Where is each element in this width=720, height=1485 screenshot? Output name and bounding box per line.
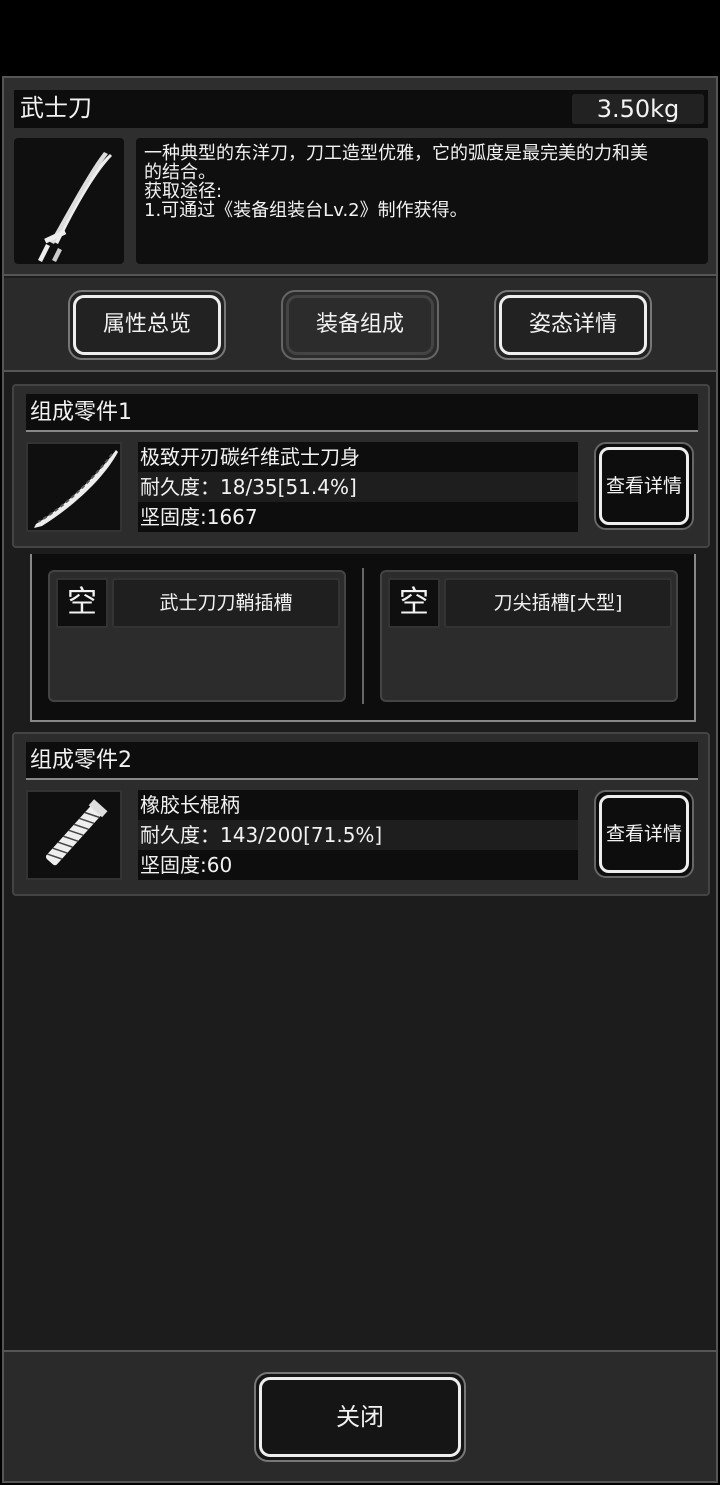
tab-label: 姿态详情: [528, 312, 617, 337]
description-line: 一种典型的东洋刀，刀工造型优雅，它的弧度是最完美的力和美: [144, 143, 648, 164]
slot-status: 空: [388, 578, 440, 628]
item-header: 武士刀 3.50kg 一种典型的东洋刀，刀工造型优雅，它的弧度是最完美的力和美 …: [4, 78, 716, 276]
part-header: 组成零件1: [26, 394, 698, 432]
close-label: 关闭: [336, 1403, 384, 1431]
item-name: 武士刀: [20, 94, 92, 122]
tab-label: 属性总览: [102, 312, 191, 337]
tab-equipment-composition[interactable]: 装备组成: [281, 290, 439, 360]
slot-status: 空: [56, 578, 108, 628]
view-details-label: 查看详情: [605, 475, 682, 497]
handle-icon: [26, 790, 122, 880]
part-card-2: 组成零件2 橡胶长棍柄 耐久度：143/200[71.5%] 坚固度:60 查看…: [12, 732, 710, 896]
tab-label: 装备组成: [315, 312, 404, 337]
footer: 关闭: [4, 1350, 716, 1481]
close-button[interactable]: 关闭: [254, 1372, 466, 1462]
part-card-1: 组成零件1 极致开刃碳纤维武士刀身 耐久度：18/35[51.4%] 坚固度:1…: [12, 384, 710, 548]
slot-name: 武士刀刀鞘插槽: [112, 578, 340, 628]
equipment-panel: 武士刀 3.50kg 一种典型的东洋刀，刀工造型优雅，它的弧度是最完美的力和美 …: [2, 76, 718, 1483]
slot-divider: [362, 568, 364, 704]
description-line: 1.可通过《装备组装台Lv.2》制作获得。: [144, 200, 468, 221]
title-bar: 武士刀 3.50kg: [14, 90, 708, 128]
description-line: 获取途径:: [144, 181, 223, 202]
part-firmness: 坚固度:1667: [138, 502, 578, 532]
blade-icon: [26, 442, 122, 532]
part-firmness: 坚固度:60: [138, 850, 578, 880]
slot-scabbard[interactable]: 空 武士刀刀鞘插槽: [48, 570, 346, 702]
slot-name: 刀尖插槽[大型]: [444, 578, 672, 628]
part-durability: 耐久度：18/35[51.4%]: [138, 472, 578, 502]
description-line: 的结合。: [144, 162, 216, 183]
part-name: 极致开刃碳纤维武士刀身: [138, 442, 578, 472]
tab-stance-details[interactable]: 姿态详情: [494, 290, 652, 360]
view-details-label: 查看详情: [605, 823, 682, 845]
view-details-button[interactable]: 查看详情: [594, 442, 694, 530]
part-1-slots: 空 武士刀刀鞘插槽 空 刀尖插槽[大型]: [30, 554, 696, 722]
item-weight: 3.50kg: [572, 94, 704, 124]
part-name: 橡胶长棍柄: [138, 790, 578, 820]
katana-icon: [14, 138, 124, 264]
item-description: 一种典型的东洋刀，刀工造型优雅，它的弧度是最完美的力和美 的结合。 获取途径: …: [136, 138, 708, 264]
tab-bar: 属性总览 装备组成 姿态详情: [4, 278, 716, 372]
part-header: 组成零件2: [26, 742, 698, 780]
slot-blade-tip[interactable]: 空 刀尖插槽[大型]: [380, 570, 678, 702]
part-durability: 耐久度：143/200[71.5%]: [138, 820, 578, 850]
tab-attribute-overview[interactable]: 属性总览: [68, 290, 226, 360]
view-details-button[interactable]: 查看详情: [594, 790, 694, 878]
